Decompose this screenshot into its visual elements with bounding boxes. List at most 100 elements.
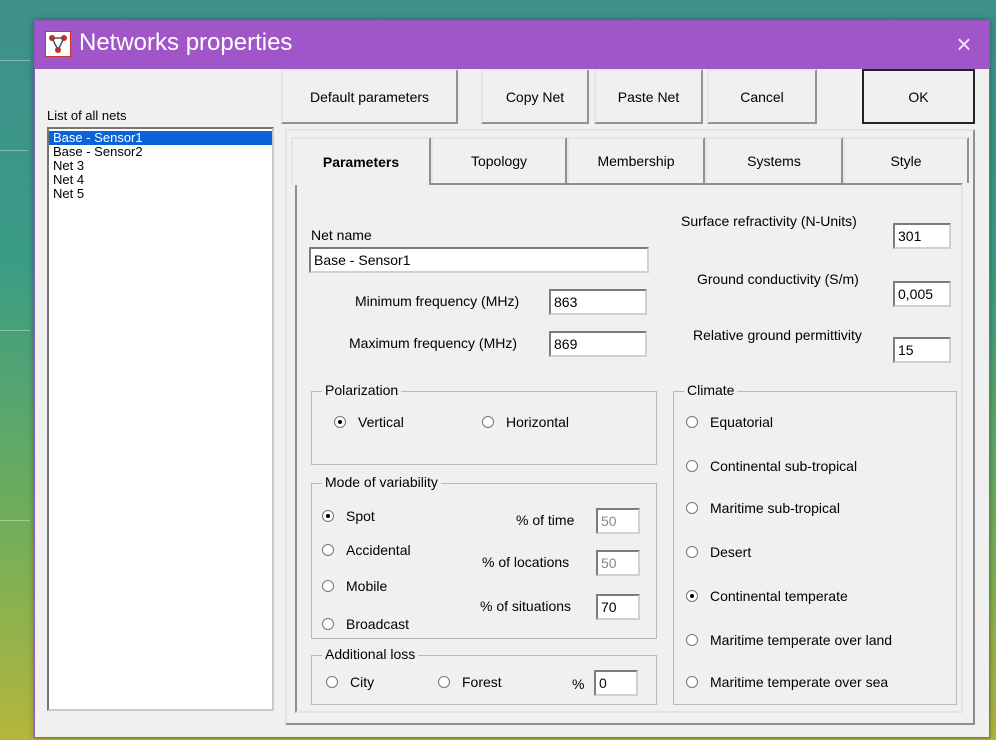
background-contour <box>0 520 30 521</box>
networks-properties-dialog: Networks properties × List of all nets B… <box>34 20 990 738</box>
radio-unchecked-icon <box>686 546 698 558</box>
cancel-button[interactable]: Cancel <box>707 69 817 124</box>
net-name-field[interactable]: Base - Sensor1 <box>309 247 649 273</box>
time-percent-field[interactable]: 50 <box>596 508 640 534</box>
max-frequency-field[interactable]: 869 <box>549 331 647 357</box>
surface-refractivity-label: Surface refractivity (N-Units) <box>681 213 857 229</box>
net-list-item[interactable]: Base - Sensor2 <box>49 145 272 159</box>
tab-style[interactable]: Style <box>843 137 969 183</box>
net-list-item[interactable]: Base - Sensor1 <box>49 131 272 145</box>
climate-option-label: Maritime sub-tropical <box>710 500 840 516</box>
variability-group: Mode of variability Spot Accidental Mobi… <box>311 474 657 639</box>
radio-unchecked-icon <box>322 618 334 630</box>
polarization-horizontal-radio[interactable]: Horizontal <box>482 414 569 430</box>
tab-systems[interactable]: Systems <box>705 137 843 183</box>
climate-option-label: Continental sub-tropical <box>710 458 858 474</box>
loss-forest-label: Forest <box>462 674 502 690</box>
background-contour <box>0 330 30 331</box>
climate-option-label: Maritime temperate over sea <box>710 674 889 690</box>
ground-conductivity-label: Ground conductivity (S/m) <box>697 271 859 287</box>
climate-continental-subtropical-radio[interactable]: Continental sub-tropical <box>686 458 857 474</box>
ground-permittivity-field[interactable]: 15 <box>893 337 951 363</box>
tab-topology[interactable]: Topology <box>431 137 567 183</box>
close-icon[interactable]: × <box>947 27 981 61</box>
loss-forest-radio[interactable]: Forest <box>438 674 502 690</box>
radio-unchecked-icon <box>686 634 698 646</box>
radio-unchecked-icon <box>326 676 338 688</box>
surface-refractivity-field[interactable]: 301 <box>893 223 951 249</box>
radio-unchecked-icon <box>322 544 334 556</box>
net-name-label: Net name <box>311 227 372 243</box>
background-contour <box>0 60 30 61</box>
radio-unchecked-icon <box>322 580 334 592</box>
tab-parameters[interactable]: Parameters <box>291 137 431 185</box>
polarization-horizontal-label: Horizontal <box>506 414 570 430</box>
background-contour <box>0 150 28 151</box>
variability-title: Mode of variability <box>322 474 441 490</box>
time-percent-label: % of time <box>516 512 575 528</box>
net-list-item[interactable]: Net 5 <box>49 187 272 201</box>
climate-equatorial-radio[interactable]: Equatorial <box>686 414 773 430</box>
radio-checked-icon <box>686 590 698 602</box>
ground-permittivity-label: Relative ground permittivity <box>693 327 862 343</box>
climate-desert-radio[interactable]: Desert <box>686 544 751 560</box>
additional-loss-title: Additional loss <box>322 646 419 662</box>
radio-checked-icon <box>334 416 346 428</box>
nets-list-label: List of all nets <box>47 108 127 123</box>
variability-accidental-radio[interactable]: Accidental <box>322 542 411 558</box>
copy-net-button[interactable]: Copy Net <box>481 69 589 124</box>
climate-title: Climate <box>684 382 738 398</box>
radio-unchecked-icon <box>686 416 698 428</box>
climate-option-label: Continental temperate <box>710 588 848 604</box>
situations-percent-field[interactable]: 70 <box>596 594 640 620</box>
locations-percent-label: % of locations <box>482 554 570 570</box>
climate-group: Climate Equatorial Continental sub-tropi… <box>673 382 957 705</box>
radio-unchecked-icon <box>482 416 494 428</box>
radio-unchecked-icon <box>686 502 698 514</box>
default-parameters-button[interactable]: Default parameters <box>281 69 458 124</box>
tab-membership[interactable]: Membership <box>567 137 705 183</box>
climate-continental-temperate-radio[interactable]: Continental temperate <box>686 588 848 604</box>
locations-percent-field[interactable]: 50 <box>596 550 640 576</box>
title-bar: Networks properties × <box>35 21 989 69</box>
radio-unchecked-icon <box>686 676 698 688</box>
min-frequency-field[interactable]: 863 <box>549 289 647 315</box>
nets-listbox[interactable]: Base - Sensor1 Base - Sensor2 Net 3 Net … <box>47 127 274 711</box>
additional-loss-group: Additional loss City Forest % 0 <box>311 646 657 705</box>
polarization-vertical-radio[interactable]: Vertical <box>334 414 404 430</box>
climate-option-label: Desert <box>710 544 752 560</box>
radio-unchecked-icon <box>686 460 698 472</box>
variability-broadcast-radio[interactable]: Broadcast <box>322 616 409 632</box>
paste-net-button[interactable]: Paste Net <box>594 69 703 124</box>
loss-percent-label: % <box>572 676 585 692</box>
polarization-vertical-label: Vertical <box>358 414 404 430</box>
min-frequency-label: Minimum frequency (MHz) <box>355 293 520 309</box>
variability-accidental-label: Accidental <box>346 542 411 558</box>
climate-maritime-temperate-land-radio[interactable]: Maritime temperate over land <box>686 632 892 648</box>
polarization-title: Polarization <box>322 382 402 398</box>
polarization-group: Polarization Vertical Horizontal <box>311 382 657 465</box>
climate-option-label: Maritime temperate over land <box>710 632 893 648</box>
situations-percent-label: % of situations <box>480 598 572 614</box>
loss-percent-field[interactable]: 0 <box>594 670 638 696</box>
loss-city-label: City <box>350 674 375 690</box>
climate-maritime-temperate-sea-radio[interactable]: Maritime temperate over sea <box>686 674 888 690</box>
max-frequency-label: Maximum frequency (MHz) <box>349 335 518 351</box>
variability-spot-label: Spot <box>346 508 375 524</box>
climate-maritime-subtropical-radio[interactable]: Maritime sub-tropical <box>686 500 840 516</box>
window-title: Networks properties <box>79 29 293 56</box>
radio-unchecked-icon <box>438 676 450 688</box>
ok-button[interactable]: OK <box>862 69 975 124</box>
variability-broadcast-label: Broadcast <box>346 616 410 632</box>
network-app-icon <box>45 31 71 57</box>
net-list-item[interactable]: Net 3 <box>49 159 272 173</box>
variability-mobile-radio[interactable]: Mobile <box>322 578 387 594</box>
ground-conductivity-field[interactable]: 0,005 <box>893 281 951 307</box>
variability-mobile-label: Mobile <box>346 578 388 594</box>
loss-city-radio[interactable]: City <box>326 674 374 690</box>
net-list-item[interactable]: Net 4 <box>49 173 272 187</box>
radio-checked-icon <box>322 510 334 522</box>
climate-option-label: Equatorial <box>710 414 774 430</box>
parameters-content: Net name Base - Sensor1 Minimum frequenc… <box>295 183 963 713</box>
variability-spot-radio[interactable]: Spot <box>322 508 375 524</box>
